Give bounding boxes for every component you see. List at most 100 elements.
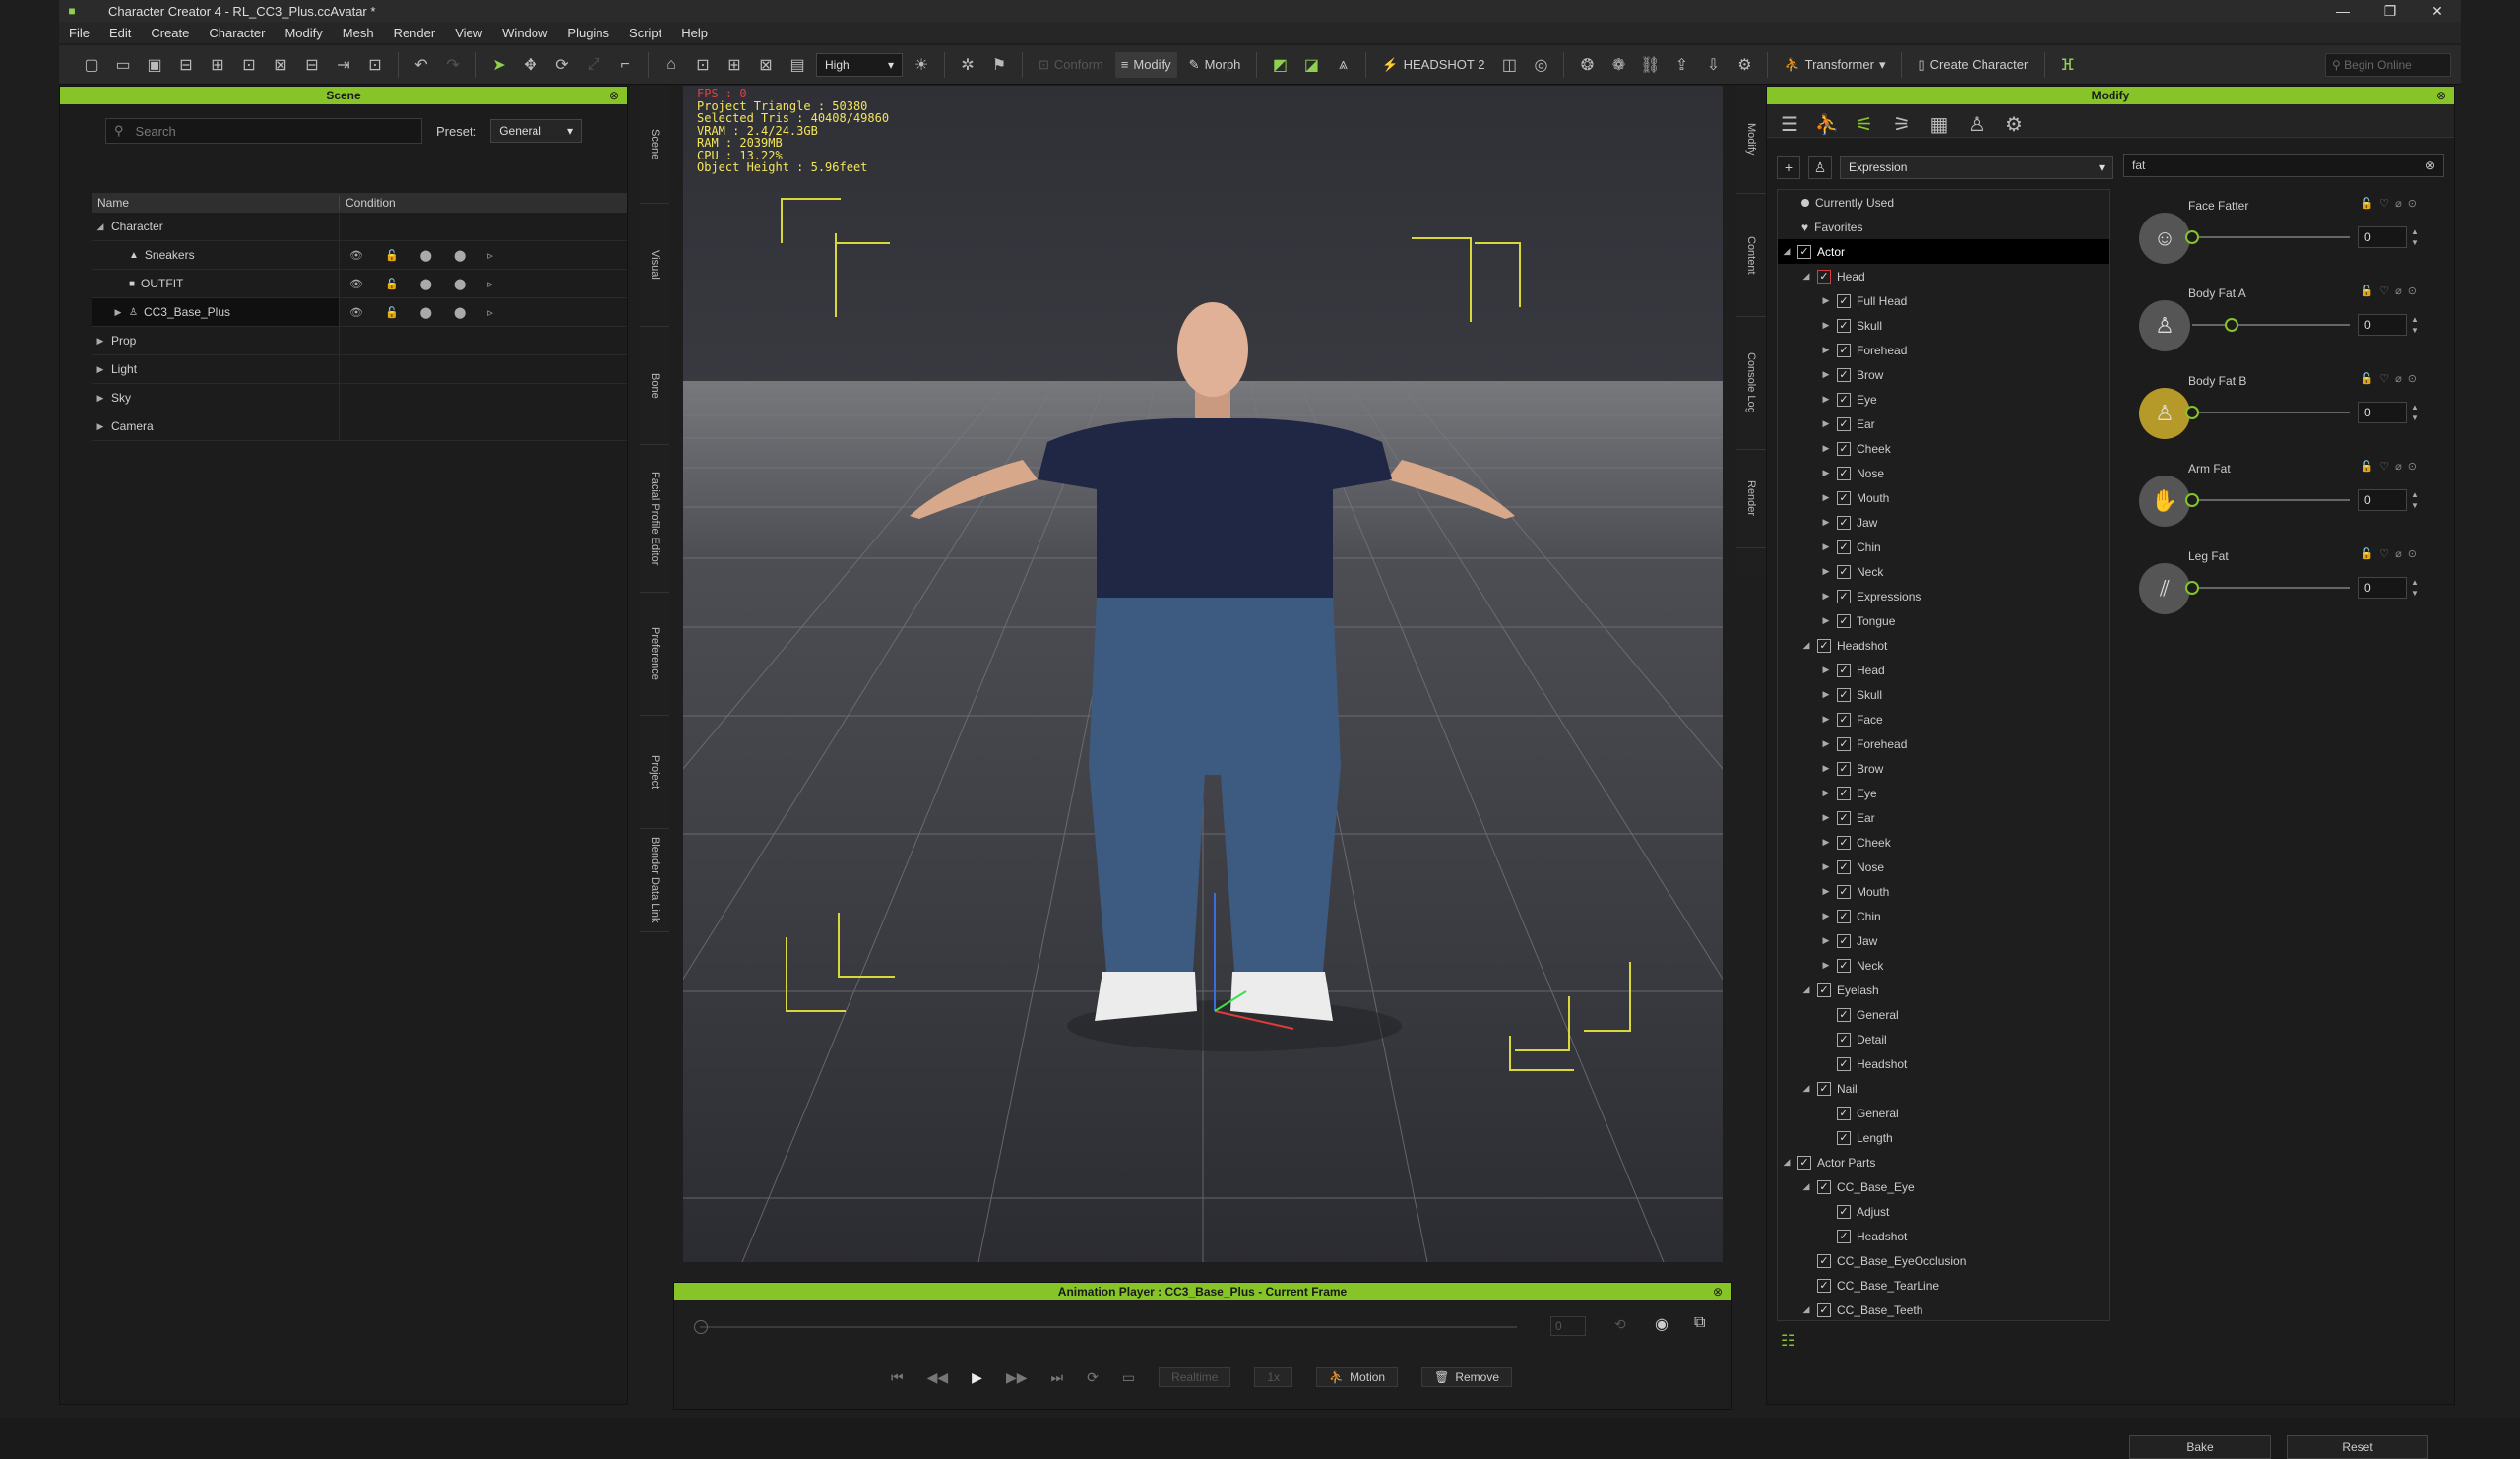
expand-arrow-icon[interactable]: ▶ [1821,541,1831,552]
morph-tree-item[interactable]: ▶ ✓ Neck [1778,953,2109,978]
expand-arrow-icon[interactable]: ▶ [95,393,105,404]
checkbox[interactable]: ✓ [1817,269,1831,284]
rotate-tool-icon[interactable]: ⟳ [549,52,575,78]
panel-close-icon[interactable]: ⊗ [1713,1283,1723,1300]
expand-arrow-icon[interactable]: ▶ [1821,517,1831,528]
slider-track[interactable] [2192,236,2350,238]
light-icon[interactable]: ☀ [909,52,934,78]
loop-mode-icon[interactable]: ⟳ [1087,1369,1099,1386]
import-icon[interactable]: ⊟ [173,52,199,78]
morph-tree-item[interactable]: ✓ CC_Base_TearLine [1778,1273,2109,1298]
pose-icon[interactable]: ✲ [955,52,980,78]
cloth-icon[interactable]: ⩓ [1330,52,1355,78]
visibility-icon[interactable]: 👁 [349,278,363,290]
open-folder-icon[interactable]: ▭ [110,52,136,78]
menu-script[interactable]: Script [619,26,671,40]
checkbox[interactable]: ✓ [1797,1155,1811,1170]
expand-arrow-icon[interactable]: ▶ [1821,763,1831,774]
scale-tool-icon[interactable]: ⤢ [581,52,606,78]
cast-shadow-icon[interactable]: ⬤ [420,278,432,290]
morph-tree-item[interactable]: ▶ ✓ Eye [1778,781,2109,805]
pivot-icon[interactable]: ⌐ [612,52,638,78]
next-frame-icon[interactable]: ▶▶ [1006,1369,1028,1386]
headshot-button[interactable]: ⚡ HEADSHOT 2 [1376,52,1490,78]
export-usd-icon[interactable]: ⊟ [299,52,325,78]
slider-handle[interactable] [2185,581,2199,595]
morph-tree-item[interactable]: ▶ ✓ Mouth [1778,485,2109,510]
side-tab-preference[interactable]: Preference [640,593,669,716]
morph-tree-item[interactable]: ▶ ✓ Cheek [1778,436,2109,461]
expand-arrow-icon[interactable]: ▶ [1821,911,1831,921]
side-tab-modify[interactable]: Modify [1736,86,1766,194]
morph-sliders-tab-icon[interactable]: ⚟ [1852,112,1877,136]
expand-arrow-icon[interactable]: ◢ [1801,1181,1811,1192]
menu-help[interactable]: Help [671,26,718,40]
morph-tree-item[interactable]: ◢ ✓ Head [1778,264,2109,288]
morph-tree-item[interactable]: ▶ ✓ Head [1778,658,2109,682]
morph-tree-item[interactable]: ▶ ✓ Full Head [1778,288,2109,313]
slider-value-input[interactable]: 0 [2358,402,2407,423]
checkbox[interactable]: ✓ [1817,1302,1831,1317]
checkbox[interactable]: ✓ [1837,687,1851,702]
checkbox[interactable]: ✓ [1837,1007,1851,1022]
close-button[interactable]: ✕ [2414,0,2461,22]
checkbox[interactable]: ✓ [1817,983,1831,997]
checkbox[interactable]: ✓ [1837,539,1851,554]
expand-arrow-icon[interactable]: ▶ [1821,714,1831,725]
clear-search-icon[interactable]: ⊗ [2426,159,2435,172]
redo-icon[interactable]: ↷ [440,52,466,78]
timeline-handle[interactable] [694,1320,708,1334]
quality-select[interactable]: High ▾ [816,52,903,77]
checkbox[interactable]: ✓ [1837,663,1851,677]
expand-arrow-icon[interactable]: ▶ [1821,886,1831,897]
lock-icon[interactable]: 🔓 [385,306,399,319]
prev-frame-icon[interactable]: ◀◀ [927,1369,949,1386]
morph-tree-item[interactable]: ✓ CC_Base_EyeOcclusion [1778,1248,2109,1273]
realtime-select[interactable]: Realtime [1159,1367,1231,1387]
expand-arrow-icon[interactable]: ▶ [1821,492,1831,503]
jump-start-icon[interactable]: ⏮ [891,1369,904,1386]
receive-shadow-icon[interactable]: ⬤ [454,278,466,290]
receive-shadow-icon[interactable]: ⬤ [454,249,466,262]
slider-value-input[interactable]: 0 [2358,226,2407,248]
checkbox[interactable]: ✓ [1837,589,1851,603]
checkbox[interactable]: ✓ [1817,1253,1831,1268]
side-tab-facial-profile-editor[interactable]: Facial Profile Editor [640,445,669,593]
play-icon[interactable]: ▶ [972,1369,982,1386]
checkbox[interactable]: ✓ [1837,1229,1851,1243]
menu-edit[interactable]: Edit [99,26,141,40]
remove-button[interactable]: 🗑 Remove [1421,1367,1513,1387]
add-morph-icon[interactable]: + [1777,156,1800,179]
new-file-icon[interactable]: ▢ [79,52,104,78]
expand-arrow-icon[interactable]: ◢ [1782,246,1792,257]
morph-search-input[interactable]: fat ⊗ [2123,154,2444,177]
menu-file[interactable]: File [59,26,99,40]
checkbox[interactable]: ✓ [1837,884,1851,899]
expand-arrow-icon[interactable]: ▶ [1821,443,1831,454]
download-icon[interactable]: ⇩ [1700,52,1726,78]
checkbox[interactable]: ✓ [1837,909,1851,923]
expand-arrow-icon[interactable]: ▶ [1821,320,1831,331]
expand-arrow-icon[interactable]: ▶ [1821,345,1831,355]
morph-tree-item[interactable]: ▶ ✓ Ear [1778,805,2109,830]
scene-row[interactable]: ▲ Sneakers 👁 🔓 ⬤ ⬤ ▹ [92,241,627,270]
checkbox[interactable]: ✓ [1837,613,1851,628]
expand-arrow-icon[interactable]: ▶ [1821,665,1831,675]
motion-button[interactable]: ⛹ Motion [1316,1367,1399,1387]
checkbox[interactable]: ✓ [1817,1278,1831,1293]
slider-handle[interactable] [2185,493,2199,507]
morph-tree-item[interactable]: ◢ ✓ CC_Base_Eye [1778,1174,2109,1199]
morph-tree-item[interactable]: ▶ ✓ Skull [1778,682,2109,707]
side-tab-blender-data-link[interactable]: Blender Data Link [640,829,669,932]
settings-tab-icon[interactable]: ⚙ [2001,112,2027,136]
morph-tree-item[interactable]: ▶ ✓ Tongue [1778,608,2109,633]
expand-arrow-icon[interactable]: ▶ [1821,960,1831,971]
checkbox[interactable]: ✓ [1837,1032,1851,1047]
morph-tree-item[interactable]: ▶ ✓ Brow [1778,756,2109,781]
flag-icon[interactable]: ⚑ [986,52,1012,78]
morph-tree-item[interactable]: ▶ ✓ Expressions [1778,584,2109,608]
slider-handle[interactable] [2185,406,2199,419]
checkbox[interactable]: ✓ [1837,490,1851,505]
menu-modify[interactable]: Modify [275,26,332,40]
value-stepper[interactable]: ▲ ▼ [2411,402,2419,423]
